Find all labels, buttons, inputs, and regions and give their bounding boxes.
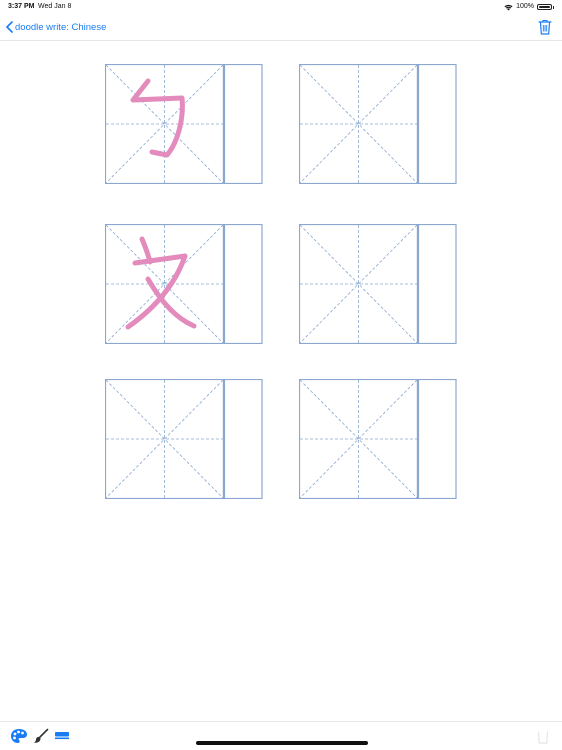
trash-icon bbox=[538, 19, 552, 35]
handwritten-stroke bbox=[130, 78, 185, 158]
status-bar: 3:37 PM Wed Jan 8 100% bbox=[0, 0, 562, 14]
battery-percent: 100% bbox=[516, 3, 534, 10]
practice-cell[interactable] bbox=[299, 379, 457, 499]
practice-cell[interactable] bbox=[105, 224, 263, 344]
navigation-bar: doodle write: Chinese bbox=[0, 14, 562, 41]
battery-nub bbox=[553, 5, 554, 9]
palette-button[interactable] bbox=[10, 728, 28, 744]
practice-cell[interactable] bbox=[299, 64, 457, 184]
status-date: Wed Jan 8 bbox=[38, 3, 72, 10]
practice-grid[interactable] bbox=[0, 41, 562, 721]
palette-icon bbox=[11, 729, 27, 743]
status-indicators: 100% bbox=[504, 0, 554, 14]
wifi-icon bbox=[504, 4, 513, 10]
home-indicator bbox=[196, 741, 368, 745]
chevron-left-icon bbox=[6, 21, 13, 33]
status-time: 3:37 PM bbox=[8, 3, 35, 10]
toolbar-trash-button[interactable] bbox=[536, 728, 550, 744]
brush-icon bbox=[34, 728, 49, 743]
trash-button[interactable] bbox=[538, 19, 552, 35]
brush-button[interactable] bbox=[33, 728, 49, 744]
back-button-label: doodle write: Chinese bbox=[15, 21, 107, 33]
handwritten-stroke bbox=[125, 236, 197, 330]
practice-cell[interactable] bbox=[105, 379, 263, 499]
eraser-button[interactable] bbox=[54, 728, 70, 744]
bottom-toolbar bbox=[0, 721, 562, 750]
practice-cell[interactable] bbox=[299, 224, 457, 344]
practice-cell[interactable] bbox=[105, 64, 263, 184]
eraser-icon bbox=[55, 732, 69, 740]
battery-icon bbox=[537, 4, 552, 10]
trash-icon bbox=[537, 731, 549, 744]
back-button[interactable]: doodle write: Chinese bbox=[6, 19, 106, 35]
